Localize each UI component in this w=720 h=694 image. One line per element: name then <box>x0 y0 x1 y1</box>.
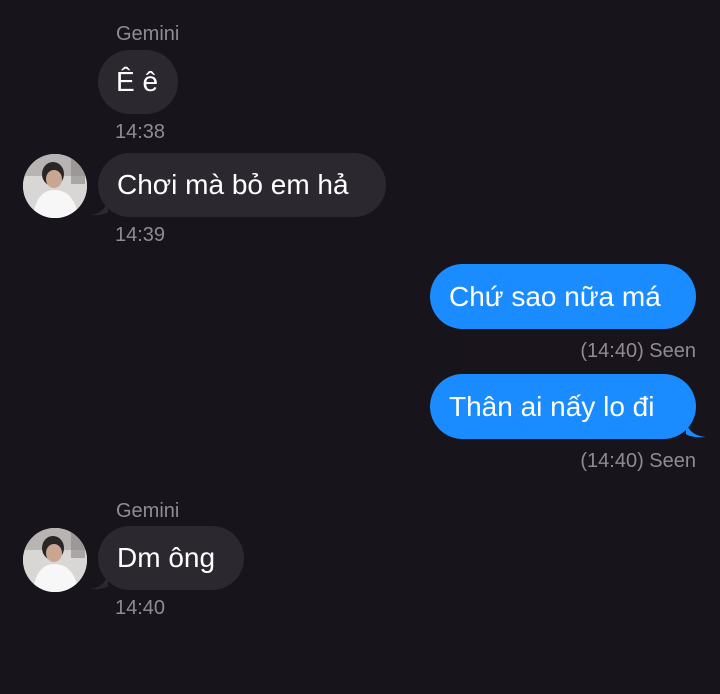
avatar-image <box>23 154 87 218</box>
message-timestamp: 14:38 <box>115 121 166 143</box>
message-bubble-outgoing[interactable]: Chứ sao nữa má <box>430 264 696 329</box>
message-text: Chơi mà bỏ em hả <box>117 169 349 200</box>
message-text: Chứ sao nữa má <box>449 280 661 312</box>
message-timestamp: 14:40 <box>115 597 166 619</box>
sender-name: Gemini <box>116 23 180 45</box>
message-bubble-incoming[interactable]: Ê ê <box>98 50 178 114</box>
seen-status: (14:40) Seen <box>580 450 696 472</box>
message-bubble-outgoing[interactable]: Thân ai nấy lo đi <box>430 374 696 439</box>
avatar[interactable] <box>23 528 87 592</box>
message-text: Ê ê <box>116 66 159 97</box>
message-bubble-incoming[interactable]: Dm ông <box>98 526 244 590</box>
avatar[interactable] <box>23 154 87 218</box>
seen-status: (14:40) Seen <box>580 340 696 362</box>
message-timestamp: 14:39 <box>115 224 166 246</box>
message-bubble-incoming[interactable]: Chơi mà bỏ em hả <box>98 153 386 217</box>
avatar-image <box>23 528 87 592</box>
message-text: Dm ông <box>117 542 216 573</box>
message-text: Thân ai nấy lo đi <box>449 390 655 422</box>
sender-name: Gemini <box>116 500 180 522</box>
